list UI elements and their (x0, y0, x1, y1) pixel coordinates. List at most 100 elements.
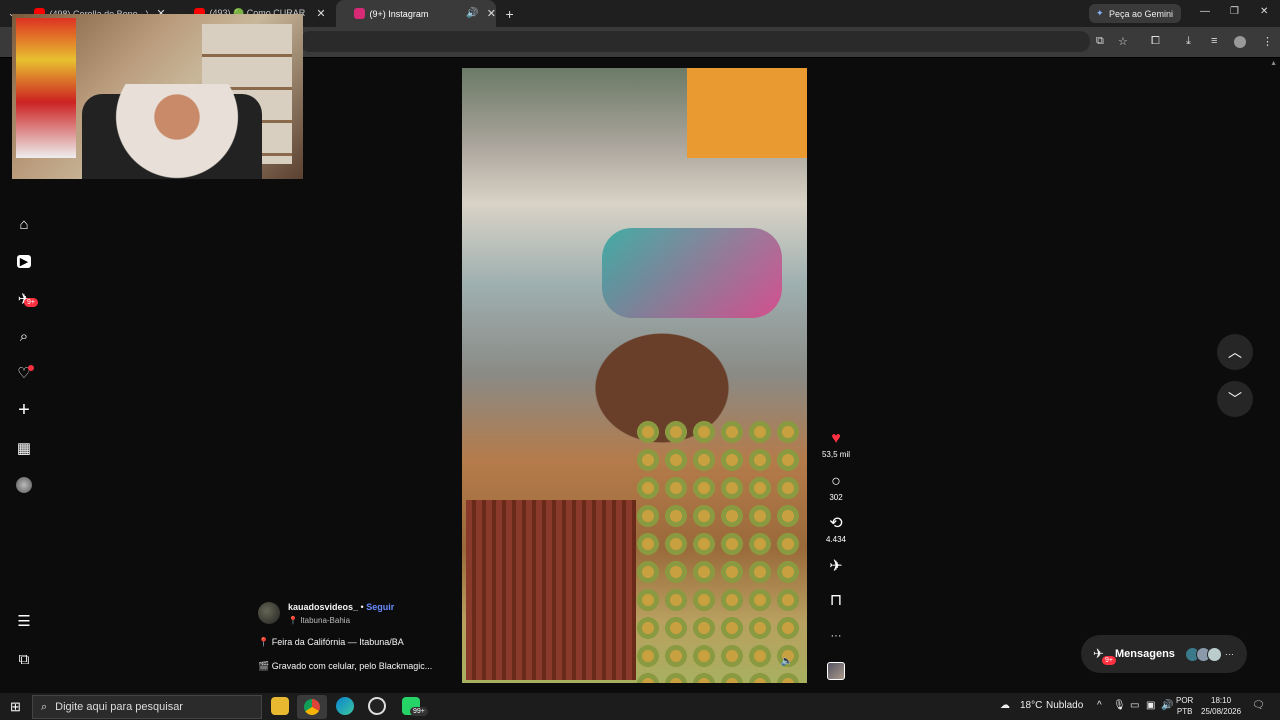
streamer (112, 84, 242, 179)
more-menu-icon[interactable]: ☰ (15, 612, 33, 630)
lang-line-2: PTB (1176, 707, 1193, 716)
profile-icon[interactable] (15, 476, 33, 494)
previous-reel-button[interactable]: ︿ (1217, 334, 1253, 370)
tray-chevron-icon[interactable]: ^ (1097, 700, 1102, 711)
search-icon[interactable]: ⌕ (15, 327, 33, 345)
download-icon[interactable]: ⤓ (1186, 35, 1191, 48)
whatsapp-badge: 99+ (410, 707, 428, 716)
like-count: 53,5 mil (821, 450, 850, 459)
like-action[interactable]: ♥ 53,5 mil (818, 430, 854, 459)
caption-line-1: 📍 Feira da Califórnia — Itabuna/BA (258, 637, 404, 647)
taskbar-search-placeholder: Digite aqui para pesquisar (55, 701, 183, 713)
install-app-icon[interactable]: ⧉ (1096, 35, 1104, 48)
microphone-icon[interactable]: 🎙 (1113, 700, 1126, 711)
messages-button[interactable]: ✈ 9+ Mensagens ··· (1081, 635, 1247, 673)
tab-instagram[interactable]: (9+) Instagram 🔊 ✕ (335, 0, 496, 27)
edge-icon[interactable] (336, 697, 354, 715)
windows-start-icon[interactable]: ⊞ (10, 699, 21, 715)
minimize-icon[interactable]: — (1200, 6, 1210, 17)
temperature[interactable]: 18°C (1020, 700, 1042, 711)
reading-list-icon[interactable]: ≡ (1211, 35, 1217, 47)
obs-icon[interactable] (368, 697, 386, 715)
location-pin-icon: 📍 (288, 616, 298, 625)
home-glyph: ⌂ (19, 215, 29, 233)
tab-title: (9+) Instagram (369, 8, 429, 19)
repost-count: 4.434 (825, 535, 847, 544)
more-options-icon[interactable]: ··· (818, 627, 854, 645)
comment-action[interactable]: ○ 302 (818, 473, 854, 502)
dashboard-glyph: ▦ (16, 440, 32, 457)
audio-thumbnail[interactable] (827, 662, 845, 680)
file-explorer-icon[interactable] (271, 697, 289, 715)
meta-glyph: ⧉ (18, 650, 30, 668)
speaker-icon[interactable]: 🔊 (1161, 700, 1173, 711)
more-contacts-icon: ··· (1224, 649, 1234, 659)
home-icon[interactable]: ⌂ (15, 215, 33, 233)
separator-dot: • (360, 602, 364, 612)
gemini-button[interactable]: ✦ Peça ao Gemini (1089, 4, 1182, 23)
direct-badge: 9+ (24, 298, 38, 307)
create-icon[interactable]: + (15, 398, 33, 421)
comment-icon[interactable]: ○ (818, 473, 854, 491)
extensions-icon[interactable]: ⧠ (1151, 35, 1160, 48)
search-glyph: ⌕ (19, 327, 29, 345)
close-tab-icon[interactable]: ✕ (487, 7, 496, 20)
chrome-icon[interactable] (297, 695, 327, 719)
dashboard-icon[interactable]: ▦ (15, 439, 33, 457)
webcam-overlay (12, 14, 303, 179)
address-bar[interactable] (300, 31, 1090, 52)
chevron-down-icon: ﹀ (1228, 391, 1242, 407)
weather-cloud-icon[interactable]: ☁ (1000, 700, 1010, 711)
taskbar-search[interactable]: ⌕ Digite aqui para pesquisar (32, 695, 262, 719)
share-action[interactable]: ✈ (818, 558, 854, 576)
restore-icon[interactable]: ❐ (1230, 6, 1239, 17)
language-indicator[interactable]: POR PTB (1176, 695, 1193, 717)
share-icon[interactable]: ✈ (818, 558, 854, 576)
close-tab-icon[interactable]: ✕ (316, 7, 325, 20)
scene-orange-cloth (687, 68, 807, 158)
gemini-label: Peça ao Gemini (1109, 8, 1174, 19)
volume-icon[interactable]: 🔈 (781, 656, 793, 667)
save-action[interactable]: ⊓ (818, 592, 854, 610)
clock-date: 25/08/2026 (1201, 707, 1242, 716)
author-name[interactable]: kauadosvideos_ (288, 602, 358, 612)
author-row: kauadosvideos_ • Seguir (288, 602, 394, 612)
clock[interactable]: 18:10 25/08/2026 (1201, 695, 1241, 717)
scene-crate (466, 500, 636, 680)
profile-avatar (16, 477, 32, 493)
profile-avatar-icon[interactable] (1234, 36, 1246, 48)
bookmark-star-icon[interactable]: ☆ (1118, 35, 1128, 48)
chrome-logo (304, 699, 320, 715)
new-tab-button[interactable]: + (506, 6, 514, 22)
follow-button[interactable]: Seguir (366, 602, 394, 612)
audio-playing-icon[interactable]: 🔊 (466, 8, 478, 19)
location-row[interactable]: 📍 Itabuna-Bahia (288, 616, 350, 625)
network-icon[interactable]: ▭ (1130, 700, 1139, 711)
notification-center-icon[interactable]: 🗨 (1252, 700, 1265, 711)
repost-icon[interactable]: ⟲ (818, 515, 854, 533)
gemini-spark-icon: ✦ (1096, 8, 1104, 18)
author-avatar[interactable] (258, 602, 280, 624)
messages-label: Mensagens (1115, 648, 1175, 660)
create-glyph: + (18, 398, 30, 421)
close-window-icon[interactable]: ✕ (1260, 6, 1268, 17)
comment-count: 302 (829, 493, 843, 502)
reel-video[interactable]: 🔈 (462, 68, 807, 683)
search-icon: ⌕ (41, 700, 48, 713)
clock-time: 18:10 (1211, 696, 1232, 705)
monitor-icon[interactable]: ▣ (1146, 700, 1155, 711)
weather-text[interactable]: Nublado (1046, 700, 1083, 711)
messages-badge: 9+ (1102, 656, 1116, 665)
reels-icon[interactable]: ▶ (15, 252, 33, 270)
also-from-meta-icon[interactable]: ⧉ (15, 650, 33, 668)
repost-action[interactable]: ⟲ 4.434 (818, 515, 854, 544)
more-options[interactable]: ··· (818, 627, 854, 645)
browser-menu-icon[interactable]: ⋮ (1262, 35, 1273, 48)
caption-line-2[interactable]: 🎬 Gravado com celular, pelo Blackmagic..… (258, 661, 432, 672)
bookmark-icon[interactable]: ⊓ (818, 592, 854, 610)
reels-glyph: ▶ (16, 254, 32, 268)
heart-filled-icon[interactable]: ♥ (818, 430, 854, 448)
scene-plastic-bag (602, 228, 782, 318)
next-reel-button[interactable]: ﹀ (1217, 381, 1253, 417)
scrollbar-up-arrow[interactable]: ▲ (1270, 60, 1277, 67)
